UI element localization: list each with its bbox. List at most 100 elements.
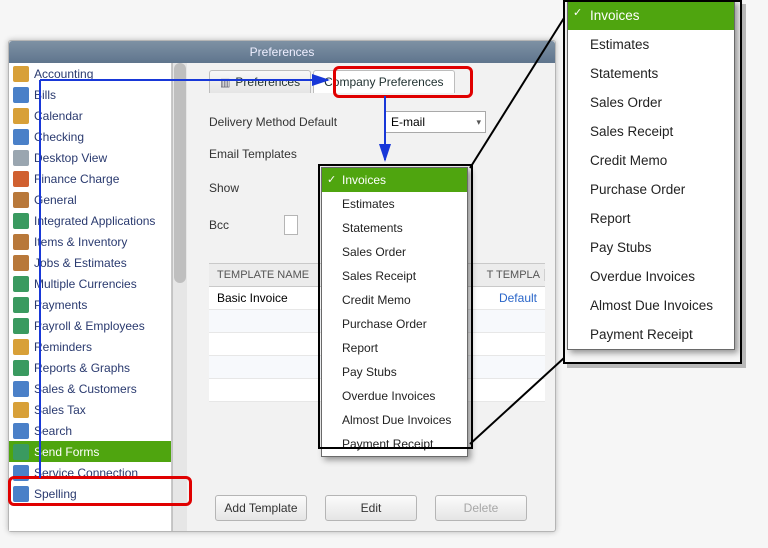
bcc-label: Bcc — [209, 218, 269, 232]
sidebar-item-label: Checking — [34, 130, 84, 144]
menu-item-label: Estimates — [590, 37, 649, 52]
sidebar-item-checking[interactable]: Checking — [9, 126, 171, 147]
sidebar-item-reminders[interactable]: Reminders — [9, 336, 171, 357]
menu-item-payment-receipt[interactable]: Payment Receipt — [322, 432, 467, 456]
menu-item-label: Purchase Order — [590, 182, 685, 197]
sidebar-item-payments[interactable]: Payments — [9, 294, 171, 315]
sidebar-item-general[interactable]: General — [9, 189, 171, 210]
sidebar-item-label: Jobs & Estimates — [34, 256, 127, 270]
sidebar-item-label: Multiple Currencies — [34, 277, 137, 291]
menu-item-estimates[interactable]: Estimates — [322, 192, 467, 216]
check-icon: ✓ — [573, 6, 582, 19]
sidebar-item-icon — [13, 192, 29, 208]
sidebar-item-reports-graphs[interactable]: Reports & Graphs — [9, 357, 171, 378]
menu-item-invoices[interactable]: ✓Invoices — [322, 168, 467, 192]
sidebar-item-icon — [13, 381, 29, 397]
sidebar-item-icon — [13, 150, 29, 166]
menu-item-overdue-invoices[interactable]: Overdue Invoices — [322, 384, 467, 408]
sidebar-wrap: AccountingBillsCalendar Checking Desktop V… — [9, 63, 187, 531]
menu-item-statements[interactable]: Statements — [322, 216, 467, 240]
menu-item-label: Overdue Invoices — [590, 269, 695, 284]
tab-company-preferences[interactable]: Company Preferences — [313, 70, 454, 93]
menu-item-overdue-invoices: Overdue Invoices — [568, 262, 734, 291]
delivery-dropdown[interactable]: E-mail ▾ — [384, 111, 486, 133]
sidebar-item-icon — [13, 360, 29, 376]
sidebar-item-icon — [13, 444, 29, 460]
row-email-templates: Email Templates — [209, 147, 545, 161]
menu-item-statements: Statements — [568, 59, 734, 88]
sidebar-item-spelling[interactable]: Spelling — [9, 483, 171, 504]
sidebar-item-icon — [13, 213, 29, 229]
sidebar-item-label: Search — [34, 424, 72, 438]
sidebar-scroll-thumb[interactable] — [174, 63, 186, 283]
sidebar-item-desktop-view[interactable]: Desktop View — [9, 147, 171, 168]
menu-item-credit-memo[interactable]: Credit Memo — [322, 288, 467, 312]
menu-item-report[interactable]: Report — [322, 336, 467, 360]
menu-item-label: Report — [590, 211, 631, 226]
sidebar-item-calendar[interactable]: Calendar — [9, 105, 171, 126]
menu-item-payment-receipt: Payment Receipt — [568, 320, 734, 349]
delivery-label: Delivery Method Default — [209, 115, 369, 129]
bar-chart-icon: ▥ — [220, 76, 230, 89]
sidebar-item-icon — [13, 255, 29, 271]
sidebar-item-label: Items & Inventory — [34, 235, 127, 249]
sidebar-item-payroll-employees[interactable]: Payroll & Employees — [9, 315, 171, 336]
menu-item-label: Purchase Order — [342, 317, 427, 331]
sidebar-item-search[interactable]: Search — [9, 420, 171, 441]
sidebar-item-bills[interactable]: Bills — [9, 84, 171, 105]
sidebar-item-label: Reports & Graphs — [34, 361, 130, 375]
sidebar-item-icon — [13, 339, 29, 355]
menu-item-label: Sales Order — [590, 95, 662, 110]
menu-item-label: Credit Memo — [590, 153, 667, 168]
show-dropdown-menu[interactable]: ✓Invoices Estimates Statements Sales Order S… — [321, 167, 468, 457]
menu-item-pay-stubs[interactable]: Pay Stubs — [322, 360, 467, 384]
sidebar: AccountingBillsCalendar Checking Desktop V… — [9, 63, 172, 531]
bcc-input-fragment[interactable] — [284, 215, 298, 235]
window-title: Preferences — [9, 41, 555, 63]
sidebar-item-label: Desktop View — [34, 151, 107, 165]
sidebar-item-service-connection[interactable]: Service Connection — [9, 462, 171, 483]
sidebar-item-finance-charge[interactable]: Finance Charge — [9, 168, 171, 189]
sidebar-item-icon — [13, 234, 29, 250]
menu-item-purchase-order[interactable]: Purchase Order — [322, 312, 467, 336]
sidebar-item-label: Payments — [34, 298, 87, 312]
sidebar-item-label: Spelling — [34, 487, 77, 501]
menu-item-invoices: ✓ Invoices — [568, 1, 734, 30]
menu-item-estimates: Estimates — [568, 30, 734, 59]
sidebar-item-label: Finance Charge — [34, 172, 119, 186]
sidebar-item-label: General — [34, 193, 77, 207]
menu-item-label: Invoices — [590, 8, 640, 23]
stage: { "window": { "title": "Preferences" }, … — [0, 0, 768, 548]
window-content: AccountingBillsCalendar Checking Desktop V… — [9, 63, 555, 531]
tab-my-label: Preferences — [235, 75, 300, 89]
sidebar-item-icon — [13, 297, 29, 313]
add-template-button[interactable]: Add Template — [215, 495, 307, 521]
menu-item-label: Almost Due Invoices — [342, 413, 451, 427]
menu-item-sales-order[interactable]: Sales Order — [322, 240, 467, 264]
menu-item-label: Pay Stubs — [590, 240, 652, 255]
menu-item-label: Estimates — [342, 197, 395, 211]
sidebar-item-integrated-applications[interactable]: Integrated Applications — [9, 210, 171, 231]
sidebar-item-send-forms[interactable]: Send Forms — [9, 441, 171, 462]
menu-item-sales-receipt[interactable]: Sales Receipt — [322, 264, 467, 288]
menu-item-label: Pay Stubs — [342, 365, 397, 379]
tab-strip: ▥ Preferences Company Preferences — [209, 69, 545, 93]
sidebar-item-items-inventory[interactable]: Items & Inventory — [9, 231, 171, 252]
show-dropdown-menu-zoom: ✓InvoicesEstimatesStatementsSales OrderS… — [567, 0, 735, 350]
sidebar-item-sales-tax[interactable]: Sales Tax — [9, 399, 171, 420]
sidebar-item-jobs-estimates[interactable]: Jobs & Estimates — [9, 252, 171, 273]
check-icon: ✓ — [327, 173, 336, 186]
menu-item-label: Statements — [342, 221, 403, 235]
button-bar: Add Template Edit Delete — [187, 495, 555, 521]
delete-button[interactable]: Delete — [435, 495, 527, 521]
menu-item-label: Sales Receipt — [342, 269, 416, 283]
sidebar-scrollbar[interactable] — [172, 63, 187, 531]
sidebar-item-accounting[interactable]: Accounting — [9, 63, 171, 84]
menu-item-almost-due-invoices[interactable]: Almost Due Invoices — [322, 408, 467, 432]
tab-my-preferences[interactable]: ▥ Preferences — [209, 70, 311, 93]
sidebar-item-multiple-currencies[interactable]: Multiple Currencies — [9, 273, 171, 294]
sidebar-item-icon — [13, 129, 29, 145]
edit-button[interactable]: Edit — [325, 495, 417, 521]
sidebar-item-sales-customers[interactable]: Sales & Customers — [9, 378, 171, 399]
sidebar-item-label: Sales & Customers — [34, 382, 137, 396]
